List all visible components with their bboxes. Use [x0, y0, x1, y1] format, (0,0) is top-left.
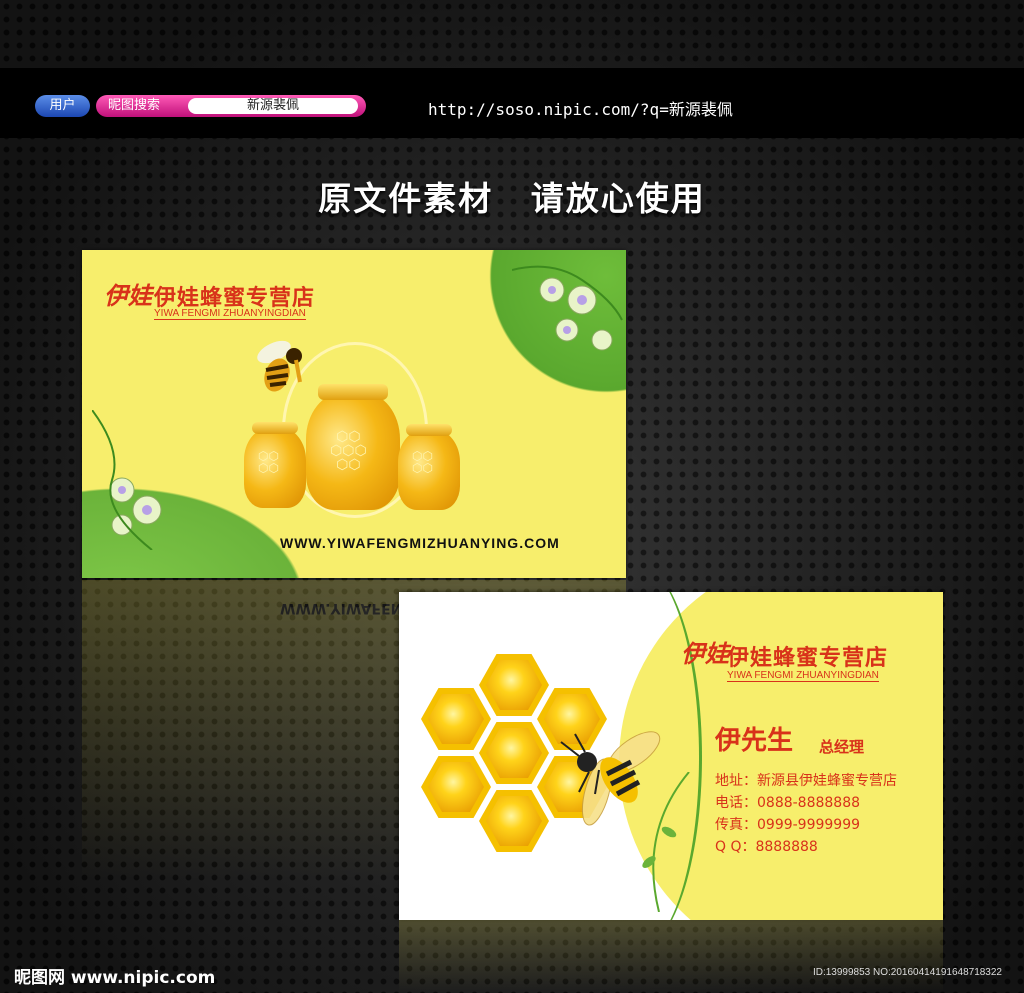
user-button[interactable]: 用户: [35, 95, 90, 117]
shop-name: 伊娃蜂蜜专营店: [727, 646, 889, 671]
qq-line: Q Q：8888888: [715, 839, 818, 855]
person-name: 伊先生: [715, 726, 794, 756]
fax-line: 传真：0999-9999999: [715, 817, 861, 833]
honeycomb-cell: [479, 654, 549, 716]
flower-cluster-icon: [512, 265, 623, 351]
image-id-text: ID:13999853 NO:20160414191648718322: [812, 967, 1002, 978]
honeycomb-emblem-small-icon: ⬡⬡ ⬡⬡: [258, 449, 279, 475]
honeycomb-cell: [421, 688, 491, 750]
phone-line: 电话：0888-8888888: [715, 795, 861, 811]
honeycomb-cell: [479, 722, 549, 784]
jar-lid-center: [318, 384, 388, 400]
jar-lid-right: [406, 424, 452, 436]
honeycomb-emblem-icon: ⬡⬡ ⬡⬡⬡ ⬡⬡: [330, 429, 367, 473]
headline: 原文件素材 请放心使用: [0, 172, 1024, 220]
person-title: 总经理: [819, 738, 865, 756]
vine-icon: [642, 772, 690, 912]
card-back-reflection: [399, 920, 943, 993]
address-line: 地址：新源县伊娃蜂蜜专营店: [715, 773, 897, 789]
search-label: 昵图搜索: [108, 98, 161, 113]
business-card-back: 伊娃 伊娃蜂蜜专营店 YIWA FENGMI ZHUANYINGDIAN 伊先生…: [399, 592, 943, 920]
business-card-front: 伊娃 伊娃蜂蜜专营店 YIWA FENGMI ZHUANYINGDIAN ⬡⬡ ⬡…: [82, 250, 626, 578]
nipic-logo[interactable]: 昵图网 www.nipic.com: [14, 963, 215, 988]
honeycomb-cell: [421, 756, 491, 818]
shop-pinyin: YIWA FENGMI ZHUANYINGDIAN: [727, 670, 879, 682]
bee-icon: [257, 340, 302, 392]
website-url[interactable]: WWW.YIWAFENGMIZHUANYING.COM: [280, 535, 560, 551]
headline-part2: 请放心使用: [530, 179, 706, 218]
shop-pinyin: YIWA FENGMI ZHUANYINGDIAN: [154, 308, 306, 320]
shop-logo-mark: 伊娃: [104, 281, 152, 310]
honeycomb-cell: [479, 790, 549, 852]
jar-lid-left: [252, 422, 298, 434]
headline-part1: 原文件素材: [318, 179, 494, 218]
shop-logo-mark: 伊娃: [681, 639, 729, 668]
search-bar[interactable]: 昵图搜索 新源裴佩: [96, 95, 366, 117]
search-input[interactable]: 新源裴佩: [188, 98, 358, 114]
flower-cluster-left-icon: [92, 410, 162, 550]
search-url[interactable]: http://soso.nipic.com/?q=新源裴佩: [428, 96, 733, 120]
honeycomb-emblem-small-icon: ⬡⬡ ⬡⬡: [412, 449, 433, 475]
